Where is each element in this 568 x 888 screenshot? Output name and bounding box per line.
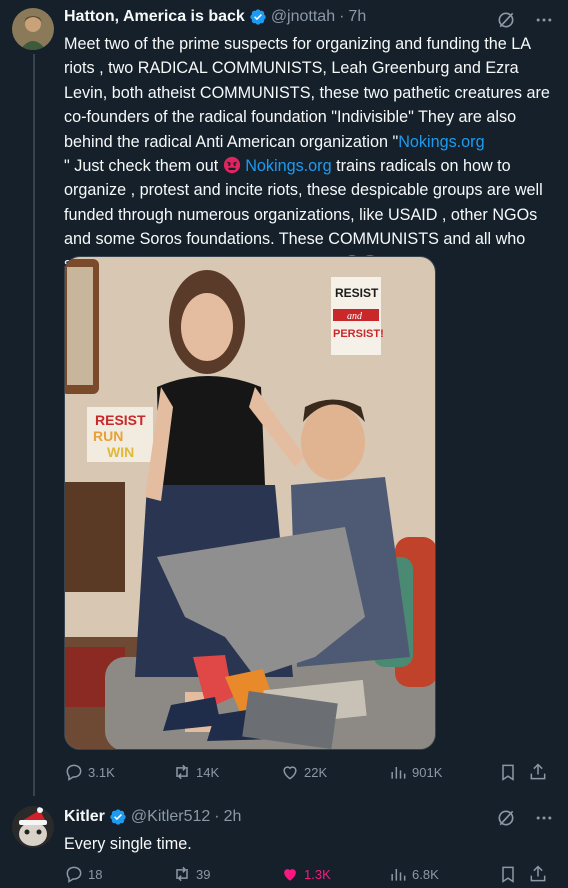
like-count: 1.3K [304,866,331,882]
views-count: 6.8K [412,866,439,882]
bookmark-icon [502,764,514,781]
angry-face-icon [223,156,241,174]
reply-button[interactable]: 18 [64,864,172,884]
share-icon [530,865,546,882]
tweet-text-part2: " Just check them out [64,157,223,176]
timestamp[interactable]: 7h [348,8,366,26]
repost-count: 14K [196,764,220,780]
avatar[interactable] [12,806,54,848]
sign-right-word3: PERSIST! [333,328,384,340]
like-button[interactable]: 1.3K [280,864,388,884]
views-icon [391,869,406,881]
author-name[interactable]: Hatton, America is back [64,8,245,26]
share-button[interactable] [528,864,552,884]
tweet-header: Hatton, America is back @jnottah · 7h [64,8,366,26]
bookmark-button[interactable] [498,762,528,782]
views-button[interactable]: 901K [388,762,498,782]
tweet-top-icons [496,808,554,833]
bookmark-icon [502,866,514,883]
views-icon [391,767,406,779]
thread-line [33,54,35,796]
like-count: 22K [304,764,328,780]
sign-left-word2: RUN [93,428,123,444]
grok-icon[interactable] [496,808,516,833]
like-icon [283,766,297,780]
repost-button[interactable]: 14K [172,762,280,782]
tweet-header: Kitler @Kitler512 · 2h [64,808,241,826]
repost-count: 39 [196,866,211,882]
sign-left-word3: WIN [107,444,134,460]
like-button[interactable]: 22K [280,762,388,782]
more-icon[interactable] [534,808,554,833]
tweet-text: Meet two of the prime suspects for organ… [64,32,559,276]
sign-left-word1: RESIST [95,412,146,428]
tweet-photo[interactable]: RESIST RUN WIN RESIST and PERSIST! [64,256,436,750]
sign-right-word2: and [347,311,363,322]
author-handle[interactable]: @jnottah [271,8,335,26]
link-nokings-2[interactable]: Nokings.org [245,157,331,175]
repost-icon [176,764,188,780]
verified-badge-icon [249,8,267,26]
views-button[interactable]: 6.8K [388,864,498,884]
separator-dot: · [214,808,220,825]
tweet-actions: 18 39 1.3K 6.8K [64,864,558,884]
share-button[interactable] [528,762,552,782]
reply-count: 18 [88,866,103,882]
tweet-reply: Kitler @Kitler512 · 2h Every single time… [0,796,568,888]
sign-right-word1: RESIST [335,286,379,300]
reply-icon [66,866,82,883]
verified-badge-icon [109,808,127,826]
views-count: 901K [412,764,443,780]
reply-icon [66,764,82,781]
author-name[interactable]: Kitler [64,808,105,826]
like-icon [284,869,296,881]
separator-dot: · [339,8,345,25]
avatar[interactable] [12,8,54,50]
reply-count: 3.1K [88,764,115,780]
timestamp[interactable]: 2h [224,808,242,826]
reply-button[interactable]: 3.1K [64,762,172,782]
tweet-text: Every single time. [64,835,192,853]
share-icon [530,763,546,780]
author-handle[interactable]: @Kitler512 [131,808,210,826]
tweet-actions: 3.1K 14K 22K 901K [64,762,558,782]
bookmark-button[interactable] [498,864,528,884]
link-nokings-1[interactable]: Nokings.org [398,133,484,151]
repost-icon [176,866,188,882]
tweet-main: Hatton, America is back @jnottah · 7h Me… [0,0,568,796]
repost-button[interactable]: 39 [172,864,280,884]
